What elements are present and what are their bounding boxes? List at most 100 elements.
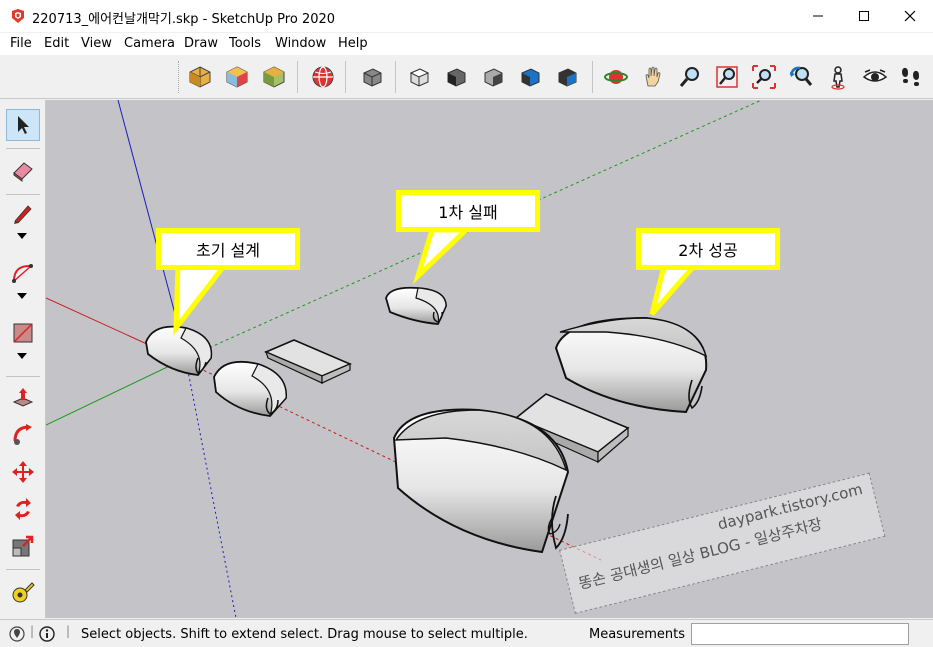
top-view-button[interactable]: [404, 62, 434, 92]
right-view-icon: [484, 68, 503, 87]
callout-pointer-early: [173, 263, 230, 336]
extension-warehouse-button[interactable]: [185, 62, 215, 92]
pan-button[interactable]: [638, 62, 668, 92]
move-tool-button[interactable]: [6, 456, 40, 488]
arc-icon: [12, 264, 33, 283]
menu-view[interactable]: View: [81, 36, 112, 51]
scale-icon: [12, 535, 34, 557]
back-view-button[interactable]: [515, 62, 545, 92]
zoom-window-icon: [716, 66, 738, 88]
menu-camera[interactable]: Camera: [124, 36, 175, 51]
half-cylinder-failed[interactable]: [385, 286, 447, 325]
rectangle-icon: [13, 323, 33, 343]
geo-location-button[interactable]: [308, 62, 338, 92]
shape-tools-dropdown[interactable]: [16, 351, 28, 361]
palette-separator: [6, 194, 40, 195]
select-arrow-icon: [18, 116, 29, 134]
toolbar-separator: [395, 61, 396, 93]
half-cylinder-small-2[interactable]: [213, 360, 287, 417]
line-tool-button[interactable]: [6, 197, 40, 229]
status-bar: | | Select objects. Shift to extend sele…: [0, 619, 933, 647]
half-cylinder-small-1[interactable]: [145, 325, 213, 376]
maximize-button[interactable]: [841, 0, 887, 32]
menu-file[interactable]: File: [10, 36, 32, 51]
callout-first-failure: 1차 실패: [396, 190, 540, 232]
maximize-icon: [859, 11, 869, 21]
palette-separator: [6, 569, 40, 570]
zoom-extents-button[interactable]: [749, 62, 779, 92]
menu-bar: File Edit View Camera Draw Tools Window …: [0, 33, 933, 55]
follow-me-tool-button[interactable]: [6, 419, 40, 451]
pencil-line-icon: [14, 205, 32, 224]
menu-tools[interactable]: Tools: [229, 36, 261, 51]
3d-warehouse-icon: [226, 66, 248, 88]
previous-view-button[interactable]: [786, 62, 816, 92]
menu-draw[interactable]: Draw: [184, 36, 218, 51]
zoom-window-button[interactable]: [712, 62, 742, 92]
right-view-button[interactable]: [478, 62, 508, 92]
iso-view-icon: [363, 68, 382, 87]
iso-view-button[interactable]: [357, 62, 387, 92]
blue-axis: [117, 100, 183, 341]
arc-tool-button[interactable]: [6, 257, 40, 289]
callout-second-success-label: 2차 성공: [678, 241, 738, 260]
rotate-icon: [15, 498, 31, 520]
scale-tool-button[interactable]: [6, 530, 40, 562]
follow-me-icon: [13, 424, 32, 445]
rotate-tool-button[interactable]: [6, 493, 40, 525]
arc-tools-dropdown[interactable]: [16, 291, 28, 301]
left-view-button[interactable]: [552, 62, 582, 92]
pan-icon: [645, 66, 661, 87]
component-library-button[interactable]: [259, 62, 289, 92]
look-around-button[interactable]: [860, 62, 890, 92]
look-around-icon: [862, 69, 888, 82]
front-view-button[interactable]: [441, 62, 471, 92]
callout-pointer-success: [649, 263, 700, 316]
walk-button[interactable]: [896, 62, 926, 92]
callout-early-design: 초기 설계: [156, 228, 300, 270]
3d-warehouse-button[interactable]: [222, 62, 252, 92]
title-bar: 220713_에어컨날개막기.skp - SketchUp Pro 2020: [0, 0, 933, 32]
tape-measure-tool-button[interactable]: [6, 576, 40, 608]
minimize-icon: [813, 15, 823, 17]
zoom-icon: [679, 67, 699, 87]
palette-separator: [6, 148, 40, 149]
minimize-button[interactable]: [795, 0, 841, 32]
line-tools-dropdown[interactable]: [16, 231, 28, 241]
push-pull-tool-button[interactable]: [6, 382, 40, 414]
measurements-input[interactable]: [691, 623, 909, 645]
toolbar-grip[interactable]: [178, 61, 181, 93]
chevron-down-icon: [17, 353, 27, 359]
callout-pointer-failure: [412, 227, 473, 285]
zoom-button[interactable]: [675, 62, 705, 92]
eraser-tool-button[interactable]: [6, 155, 40, 187]
status-message: Select objects. Shift to extend select. …: [81, 627, 528, 642]
status-divider: |: [66, 624, 71, 638]
instructor-info-icon[interactable]: [38, 625, 56, 643]
orbit-button[interactable]: [601, 62, 631, 92]
sketchup-logo-icon: [12, 9, 24, 23]
chevron-down-icon: [17, 233, 27, 239]
menu-edit[interactable]: Edit: [44, 36, 69, 51]
front-view-icon: [447, 68, 466, 87]
orbit-icon: [604, 70, 628, 84]
callout-early-design-label: 초기 설계: [196, 241, 260, 260]
menu-help[interactable]: Help: [338, 36, 368, 51]
half-cylinder-success[interactable]: [554, 316, 708, 414]
left-view-icon: [558, 68, 577, 87]
select-tool-button[interactable]: [6, 109, 40, 141]
walk-icon: [902, 67, 919, 86]
close-icon: [904, 10, 916, 22]
eraser-icon: [13, 162, 33, 182]
rectangle-tool-button[interactable]: [6, 317, 40, 349]
back-view-icon: [521, 68, 540, 87]
geo-location-status-icon[interactable]: [8, 625, 26, 643]
toolbar-separator: [592, 61, 593, 93]
position-camera-button[interactable]: [823, 62, 853, 92]
menu-window[interactable]: Window: [275, 36, 326, 51]
close-button[interactable]: [887, 0, 933, 32]
half-cylinder-large[interactable]: [392, 408, 570, 554]
tape-measure-icon: [12, 582, 35, 603]
top-view-icon: [409, 68, 430, 87]
callout-second-success: 2차 성공: [636, 228, 780, 270]
